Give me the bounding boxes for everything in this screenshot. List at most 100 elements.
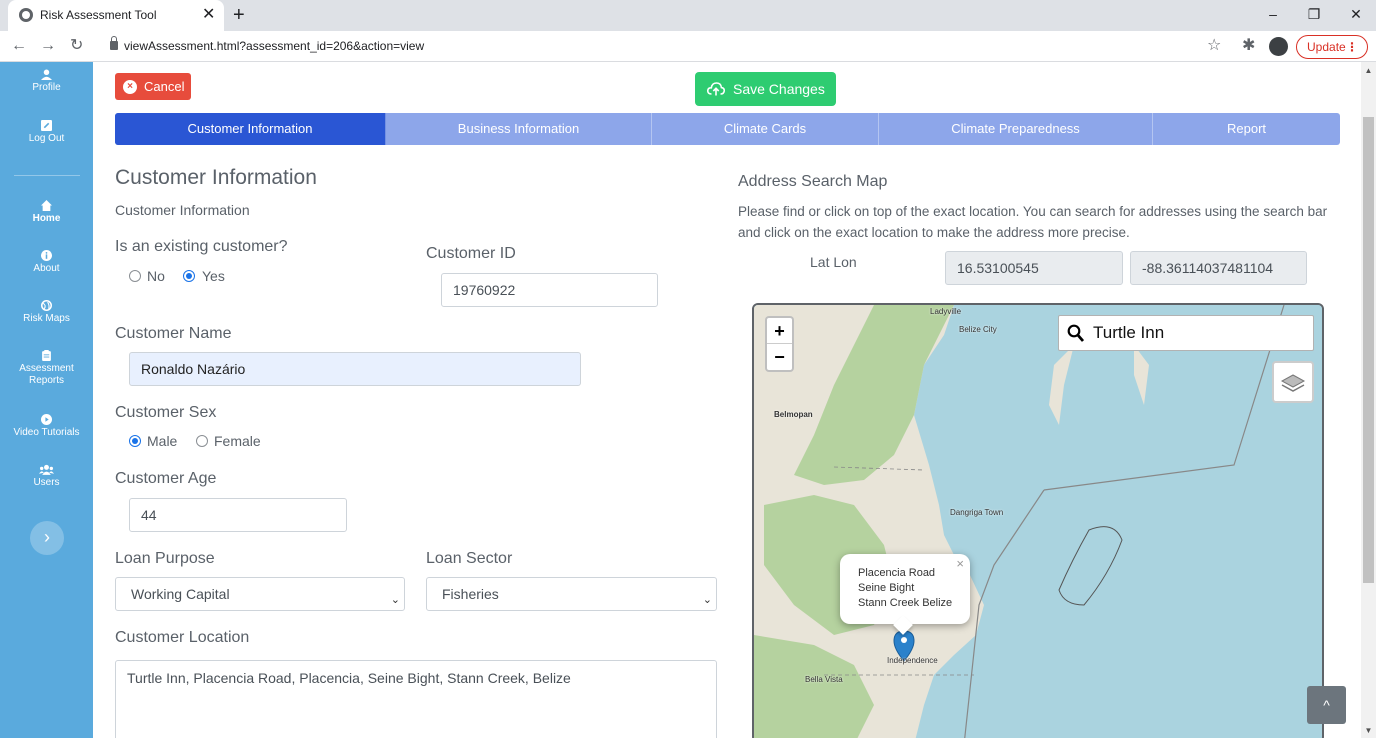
new-tab-icon[interactable]: + [233,3,245,27]
save-label: Save Changes [733,81,825,97]
globe-icon [19,8,33,22]
map-label-ladyville: Ladyville [930,307,962,316]
sidebar-item-label: Users [33,477,60,488]
close-window-icon[interactable]: ✕ [1346,4,1366,24]
users-icon [39,464,54,475]
tab-climate-preparedness[interactable]: Climate Preparedness [879,113,1153,145]
sidebar: Profile Log Out Home About Risk Maps Ass… [0,62,93,738]
browser-tab[interactable]: Risk Assessment Tool ✕ [8,0,224,31]
loan-sector-label: Loan Sector [426,550,513,567]
sidebar-toggle-button[interactable]: › [30,521,64,555]
tab-title: Risk Assessment Tool [40,8,157,22]
popup-line: Seine Bight [858,582,915,594]
scroll-up-arrow-icon[interactable]: ▲ [1361,66,1376,75]
sidebar-item-about[interactable]: About [0,250,93,275]
map-label-dangriga: Dangriga Town [950,508,1004,517]
map-search-input[interactable]: Turtle Inn [1058,315,1314,351]
close-tab-icon[interactable]: ✕ [202,5,215,25]
star-icon[interactable]: ☆ [1207,37,1221,55]
popup-line: Stann Creek Belize [858,597,953,609]
lock-icon [110,36,118,50]
layers-button[interactable] [1272,361,1314,403]
sidebar-item-risk-maps[interactable]: Risk Maps [0,300,93,325]
customer-id-field[interactable]: 19760922 [441,273,658,307]
tab-business-information[interactable]: Business Information [386,113,652,145]
form-subtitle: Customer Information [115,202,250,218]
step-tabs: Customer Information Business Informatio… [115,113,1340,145]
map-search-value: Turtle Inn [1093,323,1165,342]
page-scrollbar[interactable]: ▲ ▼ [1361,62,1376,738]
tab-customer-information[interactable]: Customer Information [115,113,386,145]
tab-report[interactable]: Report [1153,113,1340,145]
browser-tab-bar: Risk Assessment Tool ✕ + – ❐ ✕ [0,0,1376,31]
sidebar-item-label: Video Tutorials [13,427,80,438]
longitude-field: -88.36114037481104 [1130,251,1307,285]
scrollbar-thumb[interactable] [1363,117,1374,583]
address-bar[interactable]: viewAssessment.html?assessment_id=206&ac… [124,39,424,53]
restore-icon[interactable]: ❐ [1304,4,1324,24]
reload-icon[interactable]: ↻ [70,37,83,55]
sidebar-item-profile[interactable]: Profile [0,69,93,94]
existing-customer-label: Is an existing customer? [115,238,288,255]
existing-yes-label: Yes [202,268,225,284]
scroll-to-top-button[interactable]: ^ [1307,686,1346,724]
sidebar-item-label: Risk Maps [23,313,70,324]
address-map[interactable]: Ladyville Belize City Belmopan Dangriga … [752,303,1324,738]
popup-close-icon[interactable]: × [956,556,964,571]
loan-purpose-select[interactable]: Working Capital ⌄ [115,577,405,611]
existing-no-label: No [147,268,165,284]
layers-icon [1280,374,1306,392]
sidebar-item-logout[interactable]: Log Out [0,120,93,145]
cancel-button[interactable]: × Cancel [115,73,191,100]
forward-icon[interactable]: → [40,37,56,55]
scroll-down-arrow-icon[interactable]: ▼ [1361,726,1376,735]
user-icon [41,69,52,80]
update-label: Update [1307,40,1346,54]
update-button[interactable]: Update ⋮ [1296,35,1368,59]
extensions-icon[interactable]: ✱ [1242,37,1255,55]
zoom-control: + − [765,316,794,372]
map-title: Address Search Map [738,173,888,190]
customer-age-label: Customer Age [115,470,217,487]
loan-purpose-label: Loan Purpose [115,550,215,567]
sidebar-item-label: Log Out [28,133,65,144]
globe-icon [41,300,52,311]
sidebar-item-users[interactable]: Users [0,464,93,489]
existing-no-radio[interactable] [129,270,141,282]
sidebar-item-assessment-reports[interactable]: Assessment Reports [0,350,93,387]
sidebar-item-home[interactable]: Home [0,200,93,225]
map-tiles [754,305,1322,738]
sidebar-item-label-line2: Reports [28,375,64,386]
sidebar-item-label: Home [32,213,61,224]
latlon-label: Lat Lon [810,254,857,270]
info-icon [41,250,52,261]
zoom-out-button[interactable]: − [767,344,792,370]
customer-sex-label: Customer Sex [115,404,217,421]
save-changes-button[interactable]: Save Changes [695,72,836,106]
loan-sector-select[interactable]: Fisheries ⌄ [426,577,717,611]
form-title: Customer Information [115,166,317,189]
sidebar-item-video-tutorials[interactable]: Video Tutorials [0,414,93,439]
map-label-bella-vista: Bella Vista [805,675,843,684]
sidebar-item-label: Profile [32,82,61,93]
customer-age-field[interactable]: 44 [129,498,347,532]
search-icon [1067,324,1085,342]
customer-location-textarea[interactable]: Turtle Inn, Placencia Road, Placencia, S… [115,660,717,738]
browser-toolbar: ← → ↻ viewAssessment.html?assessment_id=… [0,31,1376,62]
sex-male-radio[interactable] [129,435,141,447]
customer-name-label: Customer Name [115,325,232,342]
back-icon[interactable]: ← [11,37,27,55]
sex-female-radio[interactable] [196,435,208,447]
existing-yes-radio[interactable] [183,270,195,282]
zoom-in-button[interactable]: + [767,318,792,344]
sex-male-label: Male [147,433,178,449]
tab-climate-cards[interactable]: Climate Cards [652,113,879,145]
sidebar-item-label: Assessment [19,363,74,374]
cancel-icon: × [123,80,137,94]
customer-name-field[interactable]: Ronaldo Nazário [129,352,581,386]
menu-dots-icon: ⋮ [1346,40,1358,54]
cancel-label: Cancel [144,79,185,94]
minimize-icon[interactable]: – [1263,4,1283,24]
map-label-belize-city: Belize City [959,325,997,334]
profile-avatar-icon[interactable] [1269,37,1288,56]
